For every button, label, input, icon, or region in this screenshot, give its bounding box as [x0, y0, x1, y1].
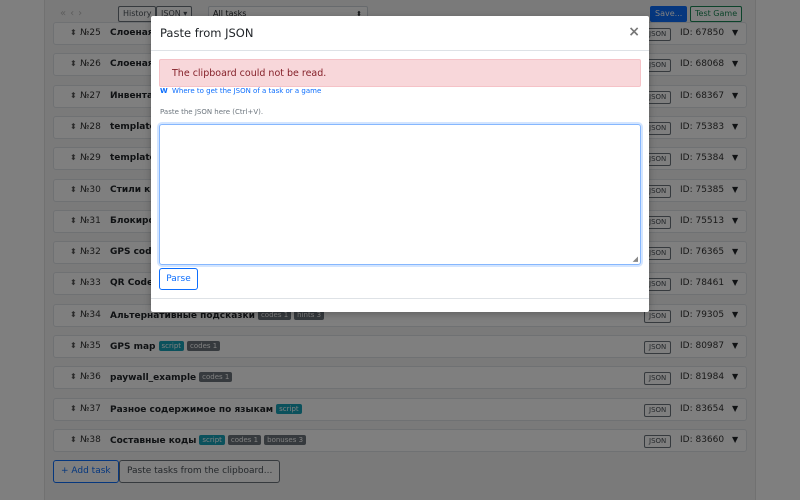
json-help-link[interactable]: W Where to get the JSON of a task or a g… [160, 87, 321, 95]
json-help-link-text: Where to get the JSON of a task or a gam… [171, 87, 322, 95]
paste-json-modal: Paste from JSON × The clipboard could no… [151, 16, 649, 312]
close-icon[interactable]: × [628, 24, 640, 40]
wiki-icon: W [160, 87, 168, 95]
modal-title: Paste from JSON [160, 26, 254, 40]
error-alert: The clipboard could not be read. [159, 59, 641, 87]
paste-json-label: Paste the JSON here (Ctrl+V). [160, 108, 264, 116]
json-textarea[interactable]: ◢ [159, 124, 641, 265]
parse-button[interactable]: Parse [159, 268, 198, 290]
resize-grip-icon[interactable]: ◢ [633, 255, 638, 263]
modal-footer [151, 298, 649, 312]
modal-header: Paste from JSON × [151, 16, 649, 51]
error-alert-text: The clipboard could not be read. [172, 68, 327, 79]
